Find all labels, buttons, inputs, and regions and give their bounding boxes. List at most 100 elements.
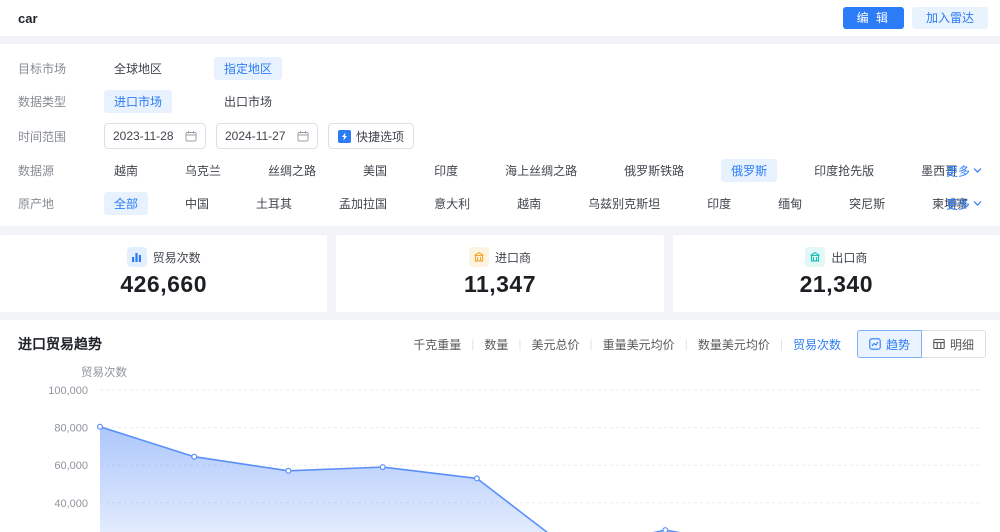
- start-date-value: 2023-11-28: [113, 129, 174, 143]
- chart-panel: 进口贸易趋势 千克重量 | 数量 | 美元总价 | 重量美元均价 | 数量美元均价 | 贸易次数 趋…: [0, 320, 1000, 532]
- page-title: car: [18, 10, 38, 26]
- stat-label: 贸易次数: [152, 250, 201, 265]
- chevron-down-icon: [973, 201, 982, 206]
- filter-panel: 目标市场 全球地区 指定地区 数据类型 进口市场 出口市场 时间范围 2023-11…: [0, 44, 1000, 226]
- svg-text:100,000: 100,000: [48, 385, 88, 397]
- filter-option[interactable]: 美国: [353, 159, 397, 182]
- stat-value: 426,660: [120, 271, 207, 297]
- quick-options-button[interactable]: 快捷选项: [328, 123, 415, 149]
- metric-separator: |: [684, 337, 688, 351]
- topbar: car 编 辑 加入雷达: [0, 0, 1000, 36]
- svg-text:60,000: 60,000: [54, 460, 88, 472]
- filter-label: 原产地: [18, 197, 55, 211]
- svg-text:贸易次数: 贸易次数: [81, 365, 127, 379]
- view-toggle-group: 趋势 明细: [856, 330, 986, 358]
- filter-option[interactable]: 印度抢先版: [804, 159, 884, 182]
- stat-label: 进口商: [494, 250, 531, 265]
- topbar-actions: 编 辑 加入雷达: [842, 7, 988, 29]
- svg-text:80,000: 80,000: [54, 423, 88, 435]
- stat-value: 11,347: [463, 271, 537, 297]
- filter-option[interactable]: 乌克兰: [175, 159, 231, 182]
- trend-icon: [869, 338, 881, 350]
- chevron-down-icon: [973, 168, 982, 173]
- more-label: 更多: [945, 197, 970, 211]
- filter-option[interactable]: 丝绸之路: [258, 159, 326, 182]
- metric-option[interactable]: 数量美元均价: [698, 336, 770, 353]
- filter-options: 越南乌克兰丝绸之路美国印度海上丝绸之路俄罗斯铁路俄罗斯印度抢先版墨西哥哈萨克斯坦…: [104, 159, 982, 182]
- filter-option[interactable]: 乌兹别克斯坦: [578, 192, 670, 215]
- filter-option[interactable]: 进口市场: [104, 90, 173, 113]
- calendar-icon: [185, 131, 197, 142]
- trend-view-button[interactable]: 趋势: [856, 330, 922, 358]
- metric-option[interactable]: 贸易次数: [793, 336, 841, 353]
- calendar-icon: [297, 131, 309, 142]
- chart-header: 进口贸易趋势 千克重量 | 数量 | 美元总价 | 重量美元均价 | 数量美元均价 | 贸易次数 趋…: [0, 330, 1000, 358]
- filter-row-origin: 原产地 全部中国土耳其孟加拉国意大利越南乌兹别克斯坦印度缅甸突尼斯柬埔寨德国保加…: [18, 187, 982, 220]
- metric-separator: |: [589, 337, 593, 351]
- metric-separator: |: [779, 337, 783, 351]
- filter-option[interactable]: 孟加拉国: [329, 192, 397, 215]
- origin-more-link[interactable]: 更多: [946, 195, 982, 212]
- filter-row-data-type: 数据类型 进口市场 出口市场: [18, 85, 982, 118]
- stat-card-exporters: 出口商 21,340: [672, 235, 1000, 312]
- stat-card-importers: 进口商 11,347: [336, 235, 664, 312]
- filter-option[interactable]: 全部: [104, 192, 149, 215]
- filter-row-time-range: 时间范围 2023-11-28 2024-11-27 快捷选项: [18, 118, 982, 154]
- filter-option[interactable]: 中国: [175, 192, 219, 215]
- metric-switcher: 千克重量 | 数量 | 美元总价 | 重量美元均价 | 数量美元均价 | 贸易次数: [413, 336, 841, 353]
- filter-label: 目标市场: [18, 62, 67, 76]
- metric-option[interactable]: 重量美元均价: [603, 336, 675, 353]
- metric-separator: |: [518, 337, 522, 351]
- detail-view-label: 明细: [949, 337, 974, 352]
- filter-option[interactable]: 印度: [424, 159, 468, 182]
- filter-option[interactable]: 全球地区: [104, 57, 172, 80]
- stat-value: 21,340: [799, 271, 873, 297]
- svg-text:40,000: 40,000: [54, 498, 88, 510]
- filter-row-target-market: 目标市场 全球地区 指定地区: [18, 52, 982, 85]
- add-to-radar-button[interactable]: 加入雷达: [911, 7, 988, 29]
- filter-label: 数据源: [18, 164, 55, 178]
- metric-option[interactable]: 千克重量: [413, 336, 461, 353]
- start-date-input[interactable]: 2023-11-28: [104, 123, 206, 149]
- filter-options: 全部中国土耳其孟加拉国意大利越南乌兹别克斯坦印度缅甸突尼斯柬埔寨德国保加利亚葡萄…: [104, 192, 982, 215]
- filter-option[interactable]: 突尼斯: [839, 192, 895, 215]
- filter-option[interactable]: 越南: [507, 192, 551, 215]
- filter-option[interactable]: 越南: [104, 159, 148, 182]
- edit-button[interactable]: 编 辑: [842, 7, 904, 29]
- filter-row-data-source: 数据源 越南乌克兰丝绸之路美国印度海上丝绸之路俄罗斯铁路俄罗斯印度抢先版墨西哥哈…: [18, 154, 982, 187]
- exporter-building-icon: [805, 247, 826, 267]
- more-label: 更多: [945, 164, 970, 178]
- filter-option[interactable]: 海上丝绸之路: [495, 159, 587, 182]
- metric-option[interactable]: 数量: [484, 336, 508, 353]
- stat-card-trade-count: 贸易次数 426,660: [0, 235, 328, 312]
- trend-line-chart[interactable]: 贸易次数020,00040,00060,00080,000100,0002023…: [0, 362, 1000, 532]
- filter-option[interactable]: 缅甸: [768, 192, 812, 215]
- filter-options: 全球地区 指定地区: [104, 57, 283, 80]
- filter-label: 时间范围: [18, 129, 67, 144]
- table-icon: [933, 338, 945, 350]
- filter-options: 进口市场 出口市场: [104, 90, 282, 113]
- quick-options-icon: [338, 129, 351, 143]
- filter-option[interactable]: 俄罗斯: [721, 159, 778, 182]
- data-source-more-link[interactable]: 更多: [946, 162, 982, 179]
- trend-view-label: 趋势: [885, 337, 910, 352]
- detail-view-button[interactable]: 明细: [921, 330, 986, 358]
- filter-option[interactable]: 出口市场: [214, 90, 282, 113]
- end-date-input[interactable]: 2024-11-27: [216, 123, 318, 149]
- filter-label: 数据类型: [18, 95, 67, 109]
- filter-option[interactable]: 俄罗斯铁路: [614, 159, 694, 182]
- filter-option[interactable]: 指定地区: [214, 57, 283, 80]
- filter-option[interactable]: 印度: [697, 192, 741, 215]
- stat-label: 出口商: [831, 250, 868, 265]
- chart-tools: 千克重量 | 数量 | 美元总价 | 重量美元均价 | 数量美元均价 | 贸易次数 趋势: [413, 330, 986, 358]
- filter-option[interactable]: 意大利: [424, 192, 480, 215]
- bar-chart-icon: [126, 247, 147, 267]
- quick-options-label: 快捷选项: [356, 129, 405, 144]
- stat-cards: 贸易次数 426,660 进口商 11,347 出口商 21,340: [0, 235, 1000, 312]
- end-date-value: 2024-11-27: [225, 129, 286, 143]
- importer-building-icon: [468, 247, 489, 267]
- metric-option[interactable]: 美元总价: [532, 336, 580, 353]
- metric-separator: |: [471, 337, 475, 351]
- chart-title: 进口贸易趋势: [18, 336, 102, 352]
- filter-option[interactable]: 土耳其: [246, 192, 302, 215]
